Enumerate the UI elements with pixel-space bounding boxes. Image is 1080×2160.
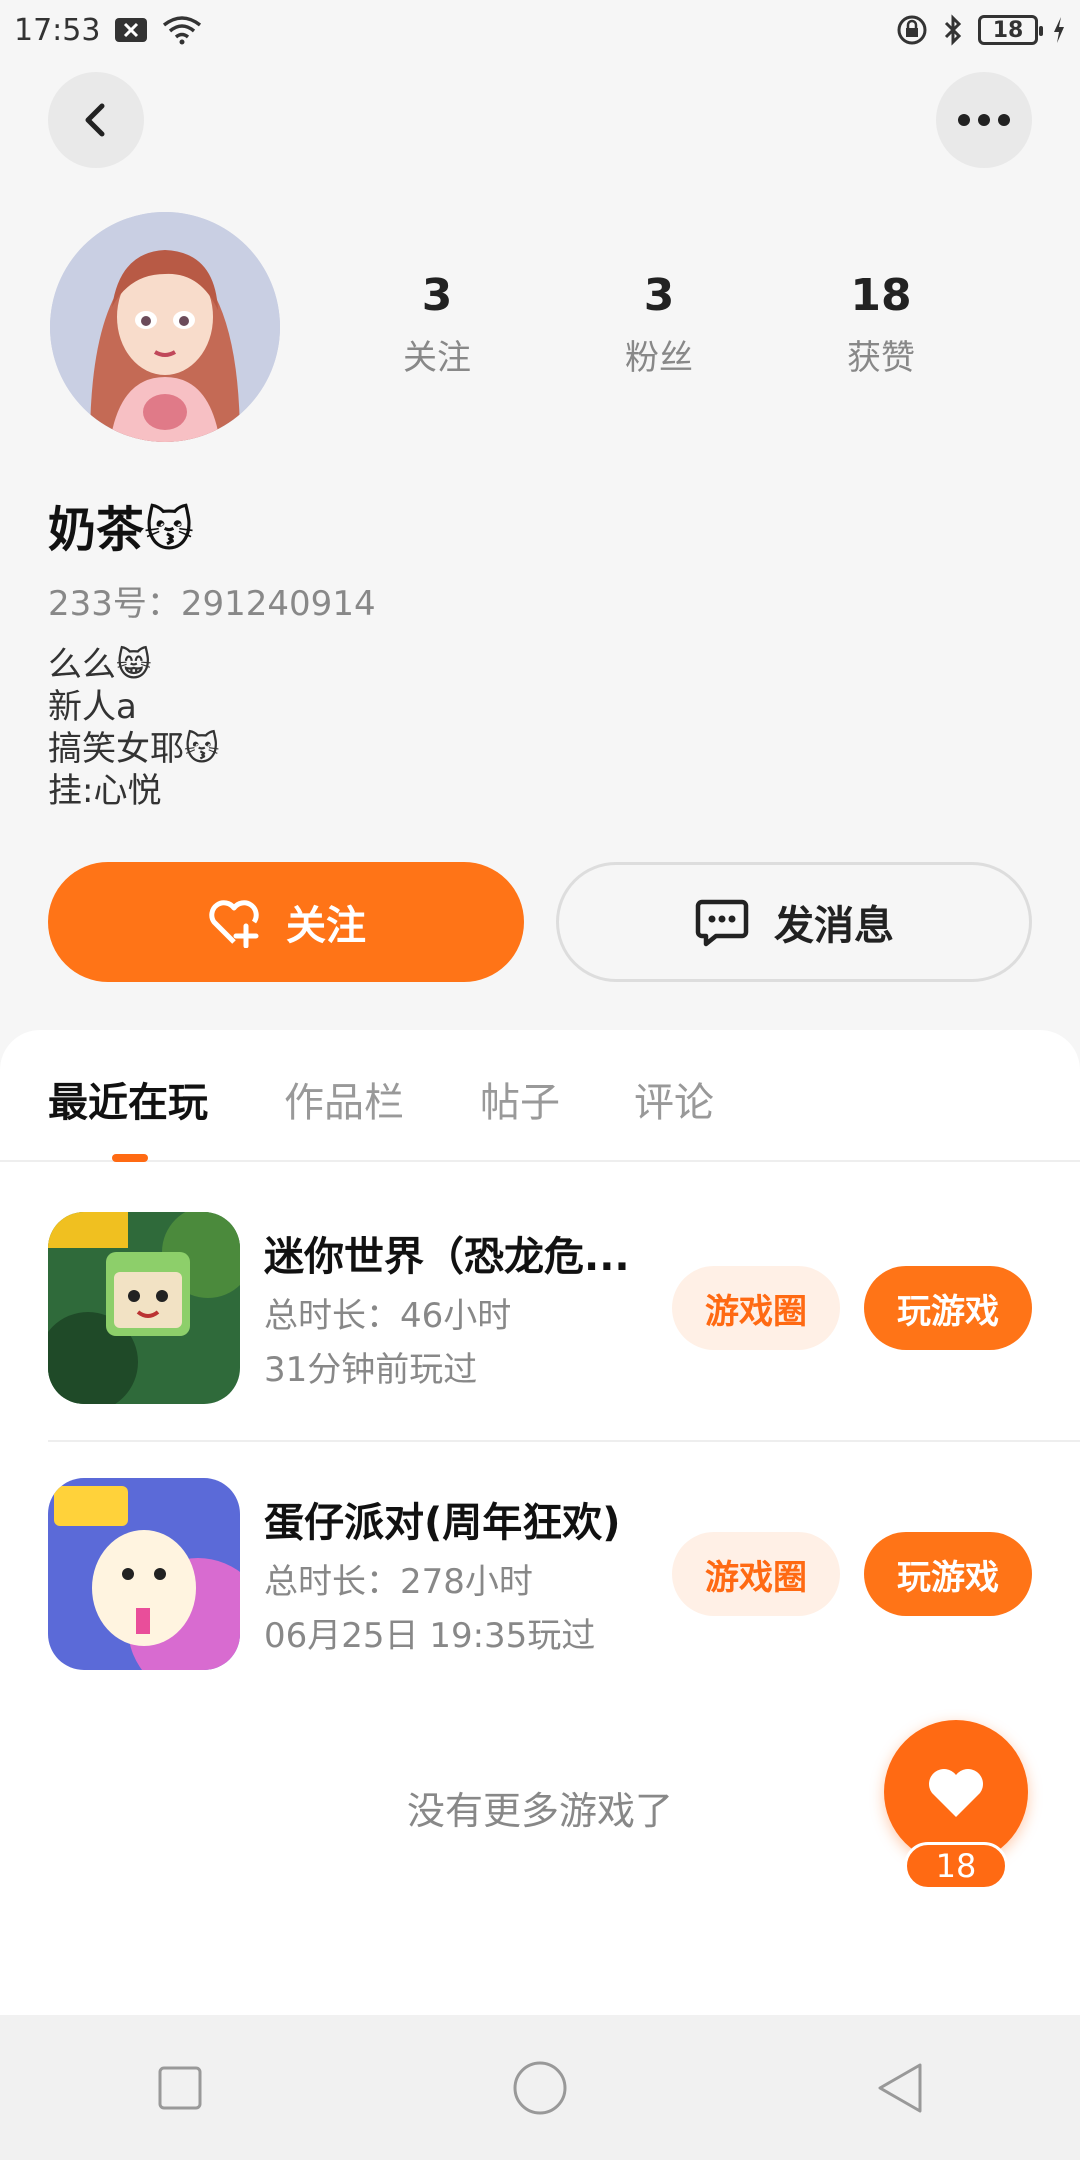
- more-dots-icon: [958, 114, 1010, 126]
- game-last-played: 06月25日 19:35玩过: [264, 1616, 596, 1656]
- status-time: 17:53: [14, 12, 101, 48]
- stat-likes[interactable]: 18 获赞: [801, 270, 961, 379]
- stat-value: 3: [421, 270, 453, 321]
- more-options-button[interactable]: [936, 72, 1032, 168]
- follow-button[interactable]: 关注: [48, 862, 524, 982]
- stat-followers[interactable]: 3 粉丝: [579, 270, 739, 379]
- play-game-button[interactable]: 玩游戏: [864, 1266, 1032, 1350]
- back-nav-button[interactable]: [855, 2043, 945, 2133]
- game-playtime: 总时长：46小时: [264, 1296, 512, 1336]
- tab-works[interactable]: 作品栏: [284, 1070, 404, 1128]
- game-playtime: 总时长：278小时: [264, 1562, 533, 1602]
- message-button[interactable]: 发消息: [556, 862, 1032, 982]
- stat-value: 18: [850, 270, 912, 321]
- username: 奶茶😽: [48, 502, 195, 558]
- chat-bubble-icon: [695, 899, 749, 947]
- home-button[interactable]: [495, 2043, 585, 2133]
- tab-comments[interactable]: 评论: [634, 1070, 714, 1128]
- status-bar: 17:53 18: [0, 0, 1080, 60]
- game-title: 蛋仔派对(周年狂欢): [264, 1500, 621, 1546]
- follow-label: 关注: [286, 903, 366, 949]
- heart-plus-icon: [209, 900, 259, 948]
- active-tab-indicator: [112, 1154, 148, 1162]
- bio-line: 搞笑女耶😽: [48, 729, 220, 769]
- game-row[interactable]: 迷你世界（恐龙危... 总时长：46小时 31分钟前玩过 游戏圈 玩游戏: [48, 1212, 1080, 1404]
- game-community-button[interactable]: 游戏圈: [672, 1532, 840, 1616]
- heart-icon: [929, 1769, 983, 1817]
- game-title: 迷你世界（恐龙危...: [264, 1234, 630, 1280]
- chevron-left-icon: [85, 103, 105, 137]
- wifi-icon: [162, 15, 202, 45]
- bio-line: 新人a: [48, 687, 137, 727]
- stat-label: 获赞: [847, 338, 915, 378]
- notification-x-icon: [114, 17, 148, 43]
- game-row[interactable]: 蛋仔派对(周年狂欢) 总时长：278小时 06月25日 19:35玩过 游戏圈 …: [48, 1478, 1080, 1670]
- stat-label: 粉丝: [625, 338, 693, 378]
- charging-icon: [1052, 16, 1066, 44]
- message-label: 发消息: [774, 903, 894, 949]
- back-button[interactable]: [48, 72, 144, 168]
- recents-button[interactable]: [135, 2043, 225, 2133]
- bluetooth-icon: [942, 14, 964, 46]
- row-divider: [48, 1440, 1080, 1442]
- profile-stats: 3 关注 3 粉丝 18 获赞: [0, 270, 1080, 390]
- stat-value: 3: [643, 270, 675, 321]
- system-nav-bar: [0, 2015, 1080, 2160]
- like-count-badge: 18: [904, 1842, 1008, 1890]
- tab-bar: 最近在玩 作品栏 帖子 评论: [0, 1030, 1080, 1162]
- lock-rotation-icon: [896, 14, 928, 46]
- bio: 么么😸 新人a 搞笑女耶😽 挂:心悦: [48, 644, 219, 812]
- bio-line: 么么😸: [48, 645, 152, 685]
- game-community-button[interactable]: 游戏圈: [672, 1266, 840, 1350]
- stat-label: 关注: [403, 338, 471, 378]
- circle-icon: [513, 2061, 567, 2114]
- game-icon-eggy-party[interactable]: [48, 1478, 240, 1670]
- square-icon: [158, 2066, 202, 2109]
- stat-following[interactable]: 3 关注: [357, 270, 517, 379]
- game-icon-mini-world[interactable]: [48, 1212, 240, 1404]
- bio-line: 挂:心悦: [48, 771, 162, 811]
- tab-posts[interactable]: 帖子: [480, 1070, 560, 1128]
- triangle-back-icon: [878, 2063, 922, 2112]
- play-game-button[interactable]: 玩游戏: [864, 1532, 1032, 1616]
- battery-icon: 18: [978, 15, 1043, 45]
- game-last-played: 31分钟前玩过: [264, 1350, 478, 1390]
- tab-recent-games[interactable]: 最近在玩: [48, 1070, 208, 1128]
- user-id: 233号：291240914: [48, 584, 376, 624]
